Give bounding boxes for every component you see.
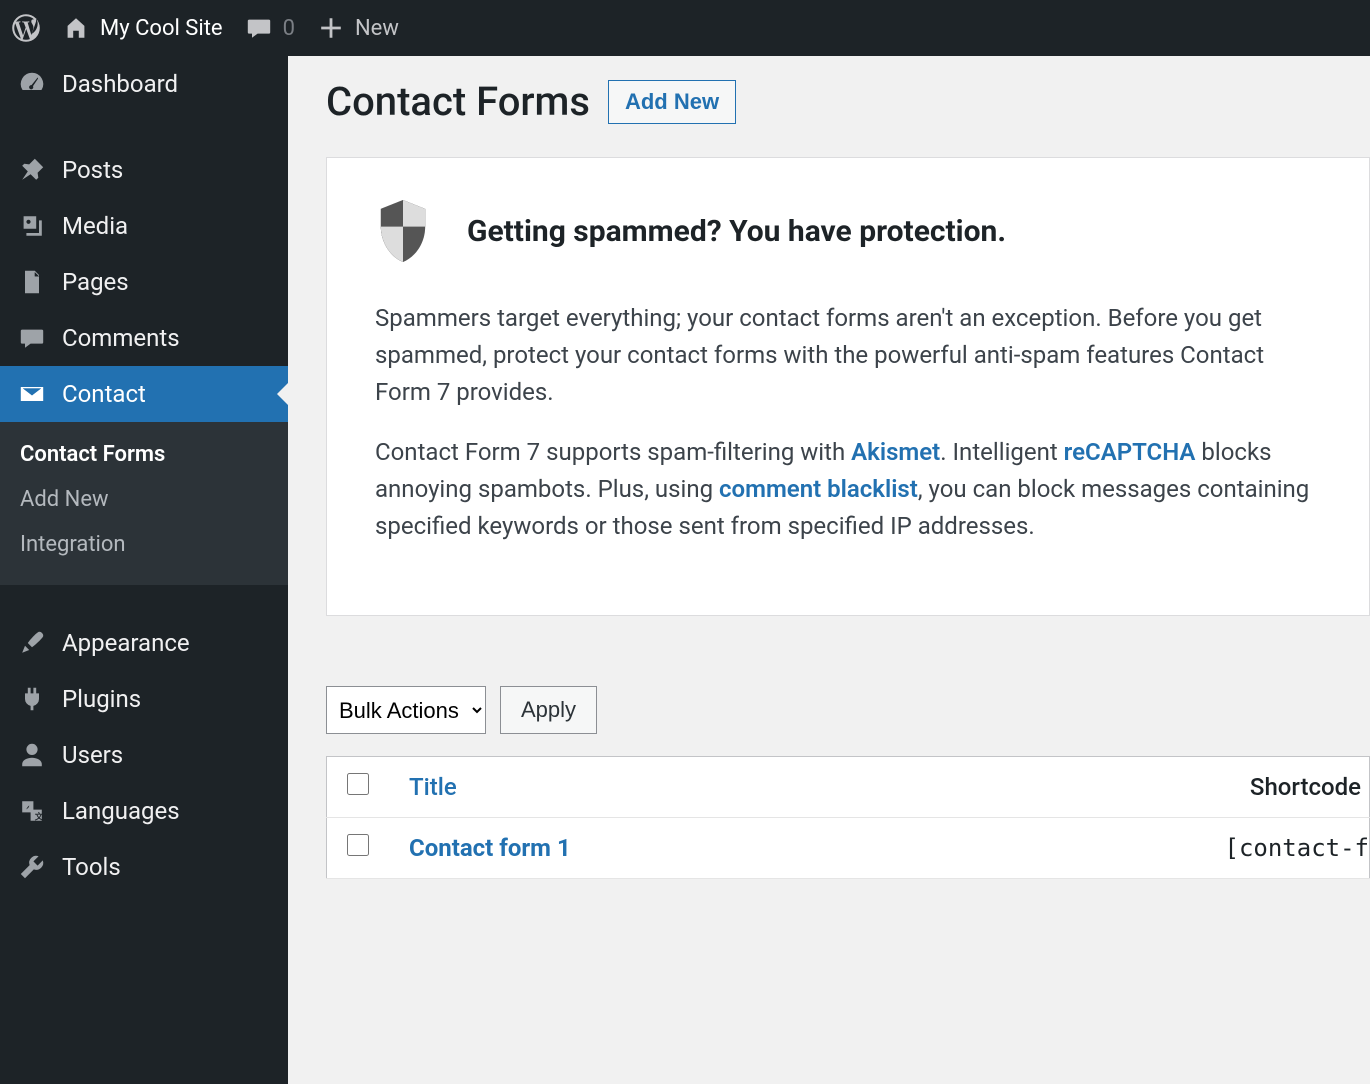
sidebar-item-label: Posts	[62, 156, 123, 184]
submenu-item-integration[interactable]: Integration	[0, 522, 288, 567]
row-checkbox[interactable]	[347, 834, 369, 856]
bulk-actions-row: Bulk Actions Apply	[326, 686, 1370, 734]
media-icon	[18, 212, 46, 240]
wordpress-icon	[12, 14, 40, 42]
sidebar-item-label: Users	[62, 741, 123, 769]
row-select-cell	[327, 818, 390, 879]
sidebar-item-media[interactable]: Media	[0, 198, 288, 254]
col-shortcode: Shortcode	[928, 757, 1369, 818]
sidebar-item-label: Pages	[62, 268, 129, 296]
sidebar-item-users[interactable]: Users	[0, 727, 288, 783]
sidebar-item-tools[interactable]: Tools	[0, 839, 288, 895]
brush-icon	[18, 629, 46, 657]
sidebar-item-pages[interactable]: Pages	[0, 254, 288, 310]
bulk-actions-select[interactable]: Bulk Actions	[326, 686, 486, 734]
comments-count: 0	[283, 16, 295, 41]
menu-separator	[0, 585, 288, 615]
admin-bar: My Cool Site 0 New	[0, 0, 1370, 56]
svg-text:文: 文	[35, 811, 44, 822]
page-title: Contact Forms	[326, 78, 590, 125]
sidebar-item-label: Comments	[62, 324, 180, 352]
page-header: Contact Forms Add New	[326, 78, 1370, 125]
menu-separator	[0, 112, 288, 142]
link-akismet[interactable]: Akismet	[851, 438, 940, 466]
form-title-link[interactable]: Contact form 1	[409, 834, 571, 862]
site-name: My Cool Site	[100, 16, 223, 41]
plug-icon	[18, 685, 46, 713]
mail-icon	[18, 380, 46, 408]
home-icon	[62, 14, 90, 42]
user-icon	[18, 741, 46, 769]
comment-icon	[245, 14, 273, 42]
sidebar-item-plugins[interactable]: Plugins	[0, 671, 288, 727]
submenu-item-contact-forms[interactable]: Contact Forms	[0, 432, 288, 477]
pages-icon	[18, 268, 46, 296]
translate-icon: 文	[18, 797, 46, 825]
sidebar-item-posts[interactable]: Posts	[0, 142, 288, 198]
sidebar-item-contact[interactable]: Contact	[0, 366, 288, 422]
wrench-icon	[18, 853, 46, 881]
add-new-button[interactable]: Add New	[608, 80, 736, 124]
row-title-cell: Contact form 1	[389, 818, 928, 879]
sidebar-item-label: Contact	[62, 380, 146, 408]
sidebar-item-languages[interactable]: 文 Languages	[0, 783, 288, 839]
sidebar-item-label: Dashboard	[62, 70, 178, 98]
info-panel-heading: Getting spammed? You have protection.	[467, 214, 1006, 249]
select-all-cell	[327, 757, 390, 818]
select-all-checkbox[interactable]	[347, 773, 369, 795]
new-content-label: New	[355, 16, 399, 41]
table-row: Contact form 1 [contact-f	[327, 818, 1370, 879]
wp-logo[interactable]	[12, 14, 40, 42]
sidebar-item-label: Languages	[62, 797, 180, 825]
sidebar-item-label: Tools	[62, 853, 121, 881]
apply-button[interactable]: Apply	[500, 686, 597, 734]
info-panel-header: Getting spammed? You have protection.	[375, 200, 1321, 262]
new-content-link[interactable]: New	[317, 14, 399, 42]
content-area: Contact Forms Add New	[288, 56, 1370, 1084]
shield-icon	[375, 200, 431, 262]
sidebar-item-dashboard[interactable]: Dashboard	[0, 56, 288, 112]
col-title[interactable]: Title	[389, 757, 928, 818]
admin-sidebar: Dashboard Posts Media Pages Comments Con…	[0, 56, 288, 1084]
comments-link[interactable]: 0	[245, 14, 295, 42]
info-panel: Getting spammed? You have protection. Sp…	[326, 157, 1370, 616]
sidebar-submenu-contact: Contact Forms Add New Integration	[0, 422, 288, 585]
sidebar-item-label: Plugins	[62, 685, 141, 713]
forms-table: Title Shortcode Contact form 1 [contact-…	[326, 756, 1370, 879]
site-link[interactable]: My Cool Site	[62, 14, 223, 42]
pin-icon	[18, 156, 46, 184]
sidebar-item-label: Appearance	[62, 629, 190, 657]
table-header-row: Title Shortcode	[327, 757, 1370, 818]
sidebar-item-appearance[interactable]: Appearance	[0, 615, 288, 671]
link-recaptcha[interactable]: reCAPTCHA	[1064, 438, 1196, 466]
sidebar-item-comments[interactable]: Comments	[0, 310, 288, 366]
info-panel-paragraph: Contact Form 7 supports spam-filtering w…	[375, 434, 1321, 546]
row-shortcode: [contact-f	[928, 818, 1369, 879]
submenu-item-add-new[interactable]: Add New	[0, 477, 288, 522]
info-panel-paragraph: Spammers target everything; your contact…	[375, 300, 1321, 412]
link-comment-blacklist[interactable]: comment blacklist	[719, 475, 918, 503]
plus-icon	[317, 14, 345, 42]
gauge-icon	[18, 70, 46, 98]
sidebar-item-label: Media	[62, 212, 128, 240]
comment-icon	[18, 324, 46, 352]
